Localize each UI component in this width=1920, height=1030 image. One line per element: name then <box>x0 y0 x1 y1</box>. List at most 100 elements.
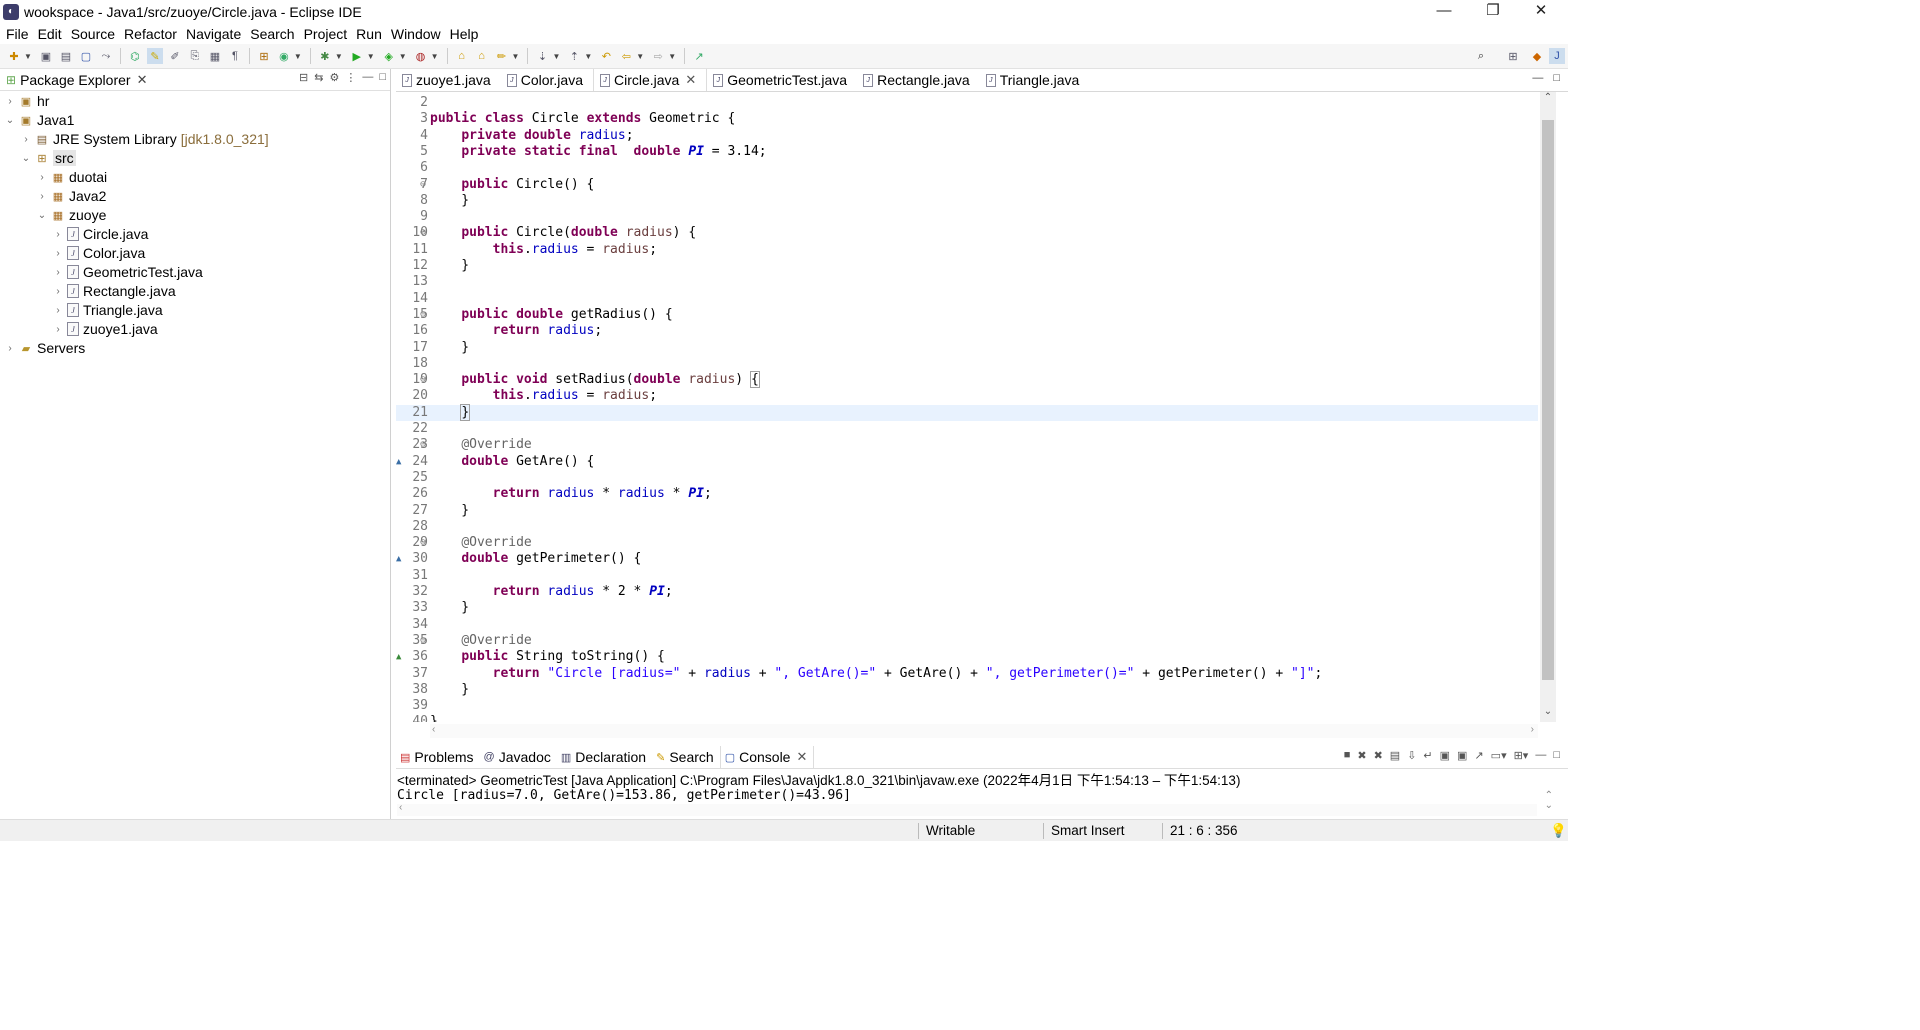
tree-item[interactable]: ⌄ ▣ Java1 <box>4 111 75 129</box>
code-line[interactable]: 37 return "Circle [radius=" + radius + "… <box>396 666 1538 682</box>
menu-edit[interactable]: Edit <box>38 26 62 42</box>
tab-javadoc[interactable]: @ Javadoc <box>480 746 557 768</box>
external-tools-icon[interactable]: ◍ <box>413 48 429 64</box>
minimize-editor-icon[interactable]: — <box>1532 72 1543 84</box>
code-line[interactable]: 4 private double radius; <box>396 128 1538 144</box>
code-line[interactable]: 22 <box>396 421 1538 437</box>
class-dropdown-icon[interactable]: ▼ <box>294 52 302 61</box>
expand-icon[interactable]: › <box>4 96 16 107</box>
code-line[interactable]: 7 ⊖ public Circle() { <box>396 177 1538 193</box>
code-line[interactable]: 13 <box>396 274 1538 290</box>
code-line[interactable]: 3 public class Circle extends Geometric { <box>396 111 1538 127</box>
expand-icon[interactable]: › <box>52 267 64 278</box>
collapse-icon[interactable]: ⌄ <box>20 153 32 164</box>
debug-icon[interactable]: ✱ <box>317 48 333 64</box>
maximize-view-icon[interactable]: □ <box>379 71 386 84</box>
code-line[interactable]: 12 } <box>396 258 1538 274</box>
code-line[interactable]: 17 } <box>396 340 1538 356</box>
pin-editor-icon[interactable]: ↗ <box>691 48 707 64</box>
code-line[interactable]: 33 } <box>396 600 1538 616</box>
word-wrap-icon[interactable]: ⎘ <box>187 48 203 64</box>
new-java-package-icon[interactable]: ⊞ <box>256 48 272 64</box>
expand-icon[interactable]: › <box>52 286 64 297</box>
code-line[interactable]: 8 } <box>396 193 1538 209</box>
tab-geometrictest[interactable]: J GeometricTest.java <box>707 69 857 91</box>
clear-console-icon[interactable]: ▤ <box>1390 749 1400 762</box>
tree-item[interactable]: › J Circle.java <box>52 225 148 243</box>
code-line[interactable]: 6 <box>396 160 1538 176</box>
menu-refactor[interactable]: Refactor <box>124 26 177 42</box>
fold-icon[interactable]: ⊖ <box>420 535 426 551</box>
new-dropdown-icon[interactable]: ▼ <box>24 52 32 61</box>
tab-zuoye1[interactable]: Jzuoye1.java <box>396 69 501 91</box>
run-icon[interactable]: ▶ <box>349 48 365 64</box>
tree-item[interactable]: › J Triangle.java <box>52 301 162 319</box>
open-type-icon[interactable]: ⌬ <box>127 48 143 64</box>
maximize-panel-icon[interactable]: □ <box>1553 749 1560 762</box>
word-wrap-icon[interactable]: ↵ <box>1423 749 1432 762</box>
lightbulb-icon[interactable]: 💡 <box>1550 823 1567 839</box>
tree-item[interactable]: › ▦ duotai <box>36 168 107 186</box>
last-edit-icon[interactable]: ↶ <box>598 48 614 64</box>
menu-navigate[interactable]: Navigate <box>186 26 241 42</box>
fold-icon[interactable]: ⊖ <box>420 225 426 241</box>
tab-triangle[interactable]: J Triangle.java <box>980 69 1090 91</box>
maximize-editor-icon[interactable]: □ <box>1553 72 1560 84</box>
scroll-up-icon[interactable]: ⌃ <box>1540 92 1556 103</box>
menu-source[interactable]: Source <box>71 26 115 42</box>
menu-run[interactable]: Run <box>356 26 382 42</box>
tree-item[interactable]: › J zuoye1.java <box>52 320 157 338</box>
filter-icon[interactable]: ⚙ <box>329 71 339 84</box>
fold-icon[interactable]: ⊖ <box>420 307 426 323</box>
code-line[interactable]: 9 <box>396 209 1538 225</box>
minimize-view-icon[interactable]: — <box>362 71 373 84</box>
code-line[interactable]: 2 <box>396 95 1538 111</box>
tree-item[interactable]: ⌄ ▦ zuoye <box>36 206 107 224</box>
show-whitespace-icon[interactable]: ▦ <box>207 48 223 64</box>
expand-icon[interactable]: › <box>36 191 48 202</box>
java-perspective-icon[interactable]: J <box>1549 48 1565 64</box>
tree-item[interactable]: › J GeometricTest.java <box>52 263 203 281</box>
pen-icon[interactable]: ✏ <box>494 48 510 64</box>
view-menu-icon[interactable]: ⋮ <box>345 71 356 84</box>
tab-declaration[interactable]: ▥ Declaration <box>557 746 652 768</box>
scroll-down-icon[interactable]: ⌄ <box>1540 706 1556 717</box>
pen-dropdown-icon[interactable]: ▼ <box>512 52 520 61</box>
code-line[interactable]: 18 <box>396 356 1538 372</box>
expand-icon[interactable]: › <box>52 248 64 259</box>
code-line[interactable]: 15 ⊖ public double getRadius() { <box>396 307 1538 323</box>
code-line[interactable]: 40} <box>396 714 1538 722</box>
menu-search[interactable]: Search <box>250 26 294 42</box>
code-line[interactable]: 20 this.radius = radius; <box>396 388 1538 404</box>
forward-dropdown-icon[interactable]: ▼ <box>668 52 676 61</box>
code-line[interactable]: 25 <box>396 470 1538 486</box>
code-line[interactable]: 39 <box>396 698 1538 714</box>
next-annotation-dropdown-icon[interactable]: ▼ <box>552 52 560 61</box>
expand-icon[interactable]: › <box>52 229 64 240</box>
open-perspective-icon[interactable]: ⊞ <box>1505 48 1521 64</box>
collapse-icon[interactable]: ⌄ <box>4 115 16 126</box>
code-line[interactable]: 36 ▲ public String toString() { <box>396 649 1538 665</box>
code-line[interactable]: 27 } <box>396 503 1538 519</box>
open-console-icon[interactable]: ⊞▾ <box>1514 749 1529 762</box>
open-folder-icon[interactable]: ⌂ <box>454 48 470 64</box>
code-line[interactable]: 24 ▲ double GetAre() { <box>396 454 1538 470</box>
expand-icon[interactable]: › <box>4 343 16 354</box>
package-explorer-title[interactable]: Package Explorer <box>20 72 131 88</box>
tab-search[interactable]: ✎ Search <box>652 746 720 768</box>
scroll-left-icon[interactable]: ‹ <box>399 802 402 813</box>
prev-annotation-dropdown-icon[interactable]: ▼ <box>584 52 592 61</box>
back-dropdown-icon[interactable]: ▼ <box>636 52 644 61</box>
code-line[interactable]: 5 private static final double PI = 3.14; <box>396 144 1538 160</box>
restore-button[interactable]: ❐ <box>1470 0 1516 24</box>
code-line[interactable]: 28 <box>396 519 1538 535</box>
fold-icon[interactable]: ⊖ <box>420 437 426 453</box>
java-ee-perspective-icon[interactable]: ◆ <box>1529 48 1545 64</box>
external-dropdown-icon[interactable]: ▼ <box>431 52 439 61</box>
tab-color[interactable]: J Color.java <box>501 69 593 91</box>
tab-console[interactable]: ▢ Console ✕ <box>719 746 815 768</box>
code-line[interactable]: 35 ⊖ @Override <box>396 633 1538 649</box>
new-icon[interactable]: ✚ <box>6 48 22 64</box>
minimize-panel-icon[interactable]: — <box>1535 749 1546 762</box>
show-on-output-icon[interactable]: ▣ <box>1440 749 1450 762</box>
